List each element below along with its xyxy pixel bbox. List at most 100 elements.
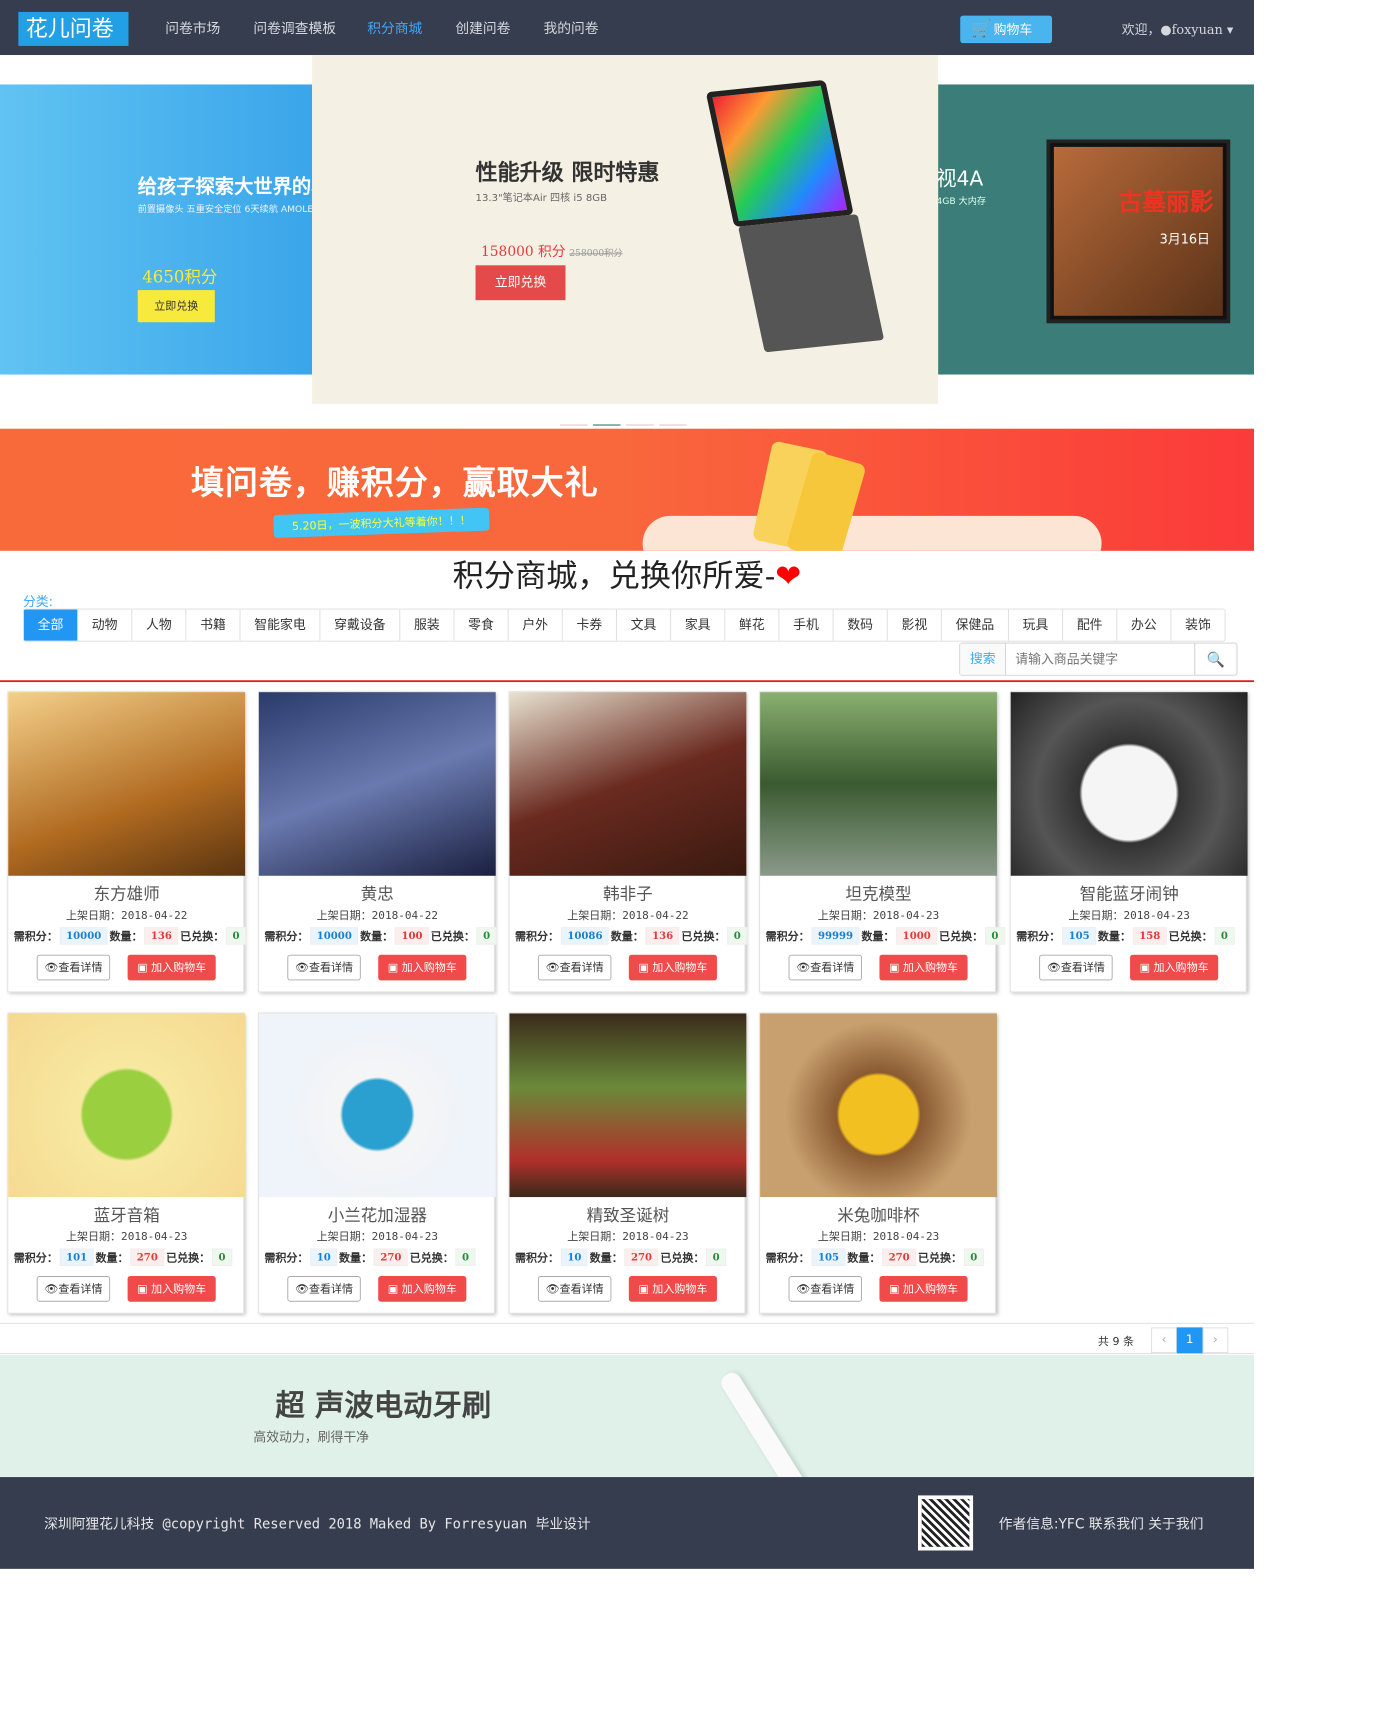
product-name[interactable]: 智能蓝牙闹钟 (1011, 881, 1248, 905)
product-card[interactable]: 智能蓝牙闹钟 上架日期：2018-04-23 需积分： 105 数量： 158 … (1009, 691, 1248, 993)
nav-item-mine[interactable]: 我的问卷 (543, 18, 598, 37)
nav-item-points-mall[interactable]: 积分商城 (367, 18, 422, 37)
qr-code-image (918, 1495, 974, 1551)
category-tab[interactable]: 穿戴设备 (320, 609, 401, 641)
add-to-cart-button[interactable]: ▣ 加入购物车 (628, 1276, 717, 1302)
indicator[interactable] (626, 424, 654, 426)
view-details-button[interactable]: 👁查看详情 (788, 954, 863, 981)
exchanged-label: 已兑换： (939, 929, 984, 943)
category-tab[interactable]: 全部 (23, 609, 79, 641)
nav-item-market[interactable]: 问卷市场 (165, 18, 220, 37)
product-name[interactable]: 韩非子 (509, 881, 746, 905)
product-name[interactable]: 黄忠 (259, 881, 496, 905)
exchanged-label: 已兑换： (430, 929, 475, 943)
product-card[interactable]: 黄忠 上架日期：2018-04-22 需积分： 10000 数量： 100 已兑… (257, 691, 497, 993)
product-name[interactable]: 东方雄师 (8, 881, 245, 905)
view-details-button[interactable]: 👁查看详情 (537, 954, 612, 981)
site-logo[interactable]: 花儿问卷 (18, 11, 129, 46)
add-to-cart-button[interactable]: ▣ 加入购物车 (127, 954, 216, 981)
carousel-slide-next[interactable]: 视4A 4GB 大内存 古墓丽影 3月16日 (936, 84, 1254, 375)
category-tab[interactable]: 家具 (671, 609, 726, 641)
carousel-slide-prev[interactable]: 给孩子探索大世界的小礼物 前置摄像头 五重安全定位 6天续航 AMOLED高清彩… (0, 84, 313, 375)
view-details-button[interactable]: 👁查看详情 (287, 1276, 361, 1302)
category-tab[interactable]: 装饰 (1171, 610, 1224, 641)
category-tab[interactable]: 动物 (78, 609, 133, 641)
product-card[interactable]: 小兰花加湿器 上架日期：2018-04-23 需积分： 10 数量： 270 已… (257, 1012, 496, 1314)
add-to-cart-button[interactable]: ▣ 加入购物车 (378, 1276, 467, 1302)
product-card[interactable]: 坦克模型 上架日期：2018-04-23 需积分： 99999 数量： 1000… (759, 691, 1005, 993)
product-stats: 需积分： 10 数量： 270 已兑换： 0 (515, 1248, 745, 1266)
points-label: 需积分： (13, 1251, 58, 1265)
add-to-cart-button[interactable]: ▣ 加入购物车 (1130, 954, 1219, 981)
add-to-cart-button[interactable]: ▣ 加入购物车 (628, 954, 717, 981)
promo-banner[interactable]: 填问卷，赚积分，赢取大礼 5.20日，一波积分大礼等着你！！！ (0, 428, 1254, 551)
product-name[interactable]: 蓝牙音箱 (8, 1203, 245, 1227)
view-details-button[interactable]: 👁查看详情 (788, 1276, 863, 1302)
product-image[interactable] (509, 692, 747, 876)
user-menu[interactable]: 欢迎，●foxyuan ▾ (1122, 20, 1234, 38)
product-card[interactable]: 东方雄师 上架日期：2018-04-22 需积分： 10000 数量： 136 … (7, 691, 246, 993)
indicator[interactable] (659, 424, 687, 426)
product-name[interactable]: 米兔咖啡杯 (760, 1203, 997, 1227)
category-tab[interactable]: 数码 (834, 609, 888, 641)
footer-links[interactable]: 作者信息:YFC 联系我们 关于我们 (999, 1514, 1204, 1533)
nav-item-create[interactable]: 创建问卷 (455, 18, 510, 37)
category-tab[interactable]: 卡券 (563, 609, 617, 641)
product-image[interactable] (258, 692, 496, 876)
view-details-button[interactable]: 👁查看详情 (36, 1276, 111, 1302)
carousel[interactable]: 给孩子探索大世界的小礼物 前置摄像头 五重安全定位 6天续航 AMOLED高清彩… (0, 55, 1254, 426)
category-tab[interactable]: 影视 (888, 609, 942, 641)
view-details-button[interactable]: 👁查看详情 (36, 954, 111, 981)
slide-redeem-button[interactable]: 立即兑换 (137, 290, 215, 323)
category-tab[interactable]: 人物 (132, 609, 187, 641)
product-card[interactable]: 精致圣诞树 上架日期：2018-04-23 需积分： 10 数量： 270 已兑… (508, 1012, 747, 1314)
add-to-cart-button[interactable]: ▣ 加入购物车 (378, 954, 467, 981)
search-input[interactable] (1006, 643, 1195, 675)
product-name[interactable]: 坦克模型 (760, 881, 997, 905)
category-tab[interactable]: 书籍 (186, 609, 241, 641)
category-tab[interactable]: 办公 (1117, 609, 1172, 641)
add-to-cart-button[interactable]: ▣ 加入购物车 (127, 1276, 216, 1302)
toothbrush-promo[interactable]: 超 声波电动牙刷 高效动力，刷得干净 (0, 1354, 1254, 1478)
view-details-button[interactable]: 👁查看详情 (1039, 954, 1113, 981)
product-image[interactable] (1010, 692, 1248, 876)
category-tab[interactable]: 配件 (1063, 609, 1118, 641)
cart-button[interactable]: 🛒 购物车 (960, 15, 1053, 44)
category-tab[interactable]: 服装 (400, 609, 455, 641)
product-image[interactable] (8, 692, 246, 876)
view-details-button[interactable]: 👁查看详情 (537, 1276, 612, 1302)
category-tab[interactable]: 手机 (779, 609, 834, 641)
product-card[interactable]: 米兔咖啡杯 上架日期：2018-04-23 需积分： 105 数量： 270 已… (759, 1012, 997, 1314)
category-tab[interactable]: 户外 (509, 609, 563, 641)
product-card[interactable]: 蓝牙音箱 上架日期：2018-04-23 需积分： 101 数量： 270 已兑… (7, 1012, 246, 1314)
search-button[interactable]: 🔍 (1194, 643, 1236, 675)
product-name[interactable]: 小兰花加湿器 (259, 1203, 496, 1227)
category-tab[interactable]: 文具 (617, 609, 672, 641)
add-to-cart-button[interactable]: ▣ 加入购物车 (879, 954, 968, 981)
product-name[interactable]: 精致圣诞树 (509, 1203, 746, 1227)
indicator[interactable] (559, 424, 588, 426)
next-page-button[interactable]: › (1202, 1327, 1229, 1354)
view-details-button[interactable]: 👁查看详情 (287, 954, 361, 981)
product-card[interactable]: 韩非子 上架日期：2018-04-22 需积分： 10086 数量： 136 已… (508, 691, 748, 993)
category-tab[interactable]: 智能家电 (241, 609, 321, 641)
money-icon: ▣ (137, 1282, 152, 1296)
slide-redeem-button[interactable]: 立即兑换 (475, 265, 566, 301)
money-icon: ▣ (387, 961, 402, 974)
category-tab[interactable]: 玩具 (1009, 609, 1064, 641)
product-image[interactable] (8, 1013, 246, 1198)
indicator-active[interactable] (593, 424, 621, 426)
toothbrush-image (717, 1369, 808, 1478)
add-to-cart-button[interactable]: ▣ 加入购物车 (879, 1276, 968, 1302)
product-image[interactable] (509, 1013, 747, 1198)
carousel-slide-active[interactable]: 性能升级 限时特惠 13.3"笔记本Air 四核 i5 8GB 158000 积… (312, 55, 939, 404)
category-tab[interactable]: 零食 (454, 609, 509, 641)
product-image[interactable] (760, 692, 997, 876)
prev-page-button[interactable]: ‹ (1151, 1327, 1177, 1354)
product-image[interactable] (258, 1013, 496, 1198)
category-tab[interactable]: 保健品 (942, 609, 1009, 641)
page-1-button[interactable]: 1 (1176, 1327, 1203, 1354)
category-tab[interactable]: 鲜花 (725, 609, 780, 641)
nav-item-templates[interactable]: 问卷调查模板 (253, 18, 336, 37)
product-image[interactable] (760, 1013, 997, 1198)
